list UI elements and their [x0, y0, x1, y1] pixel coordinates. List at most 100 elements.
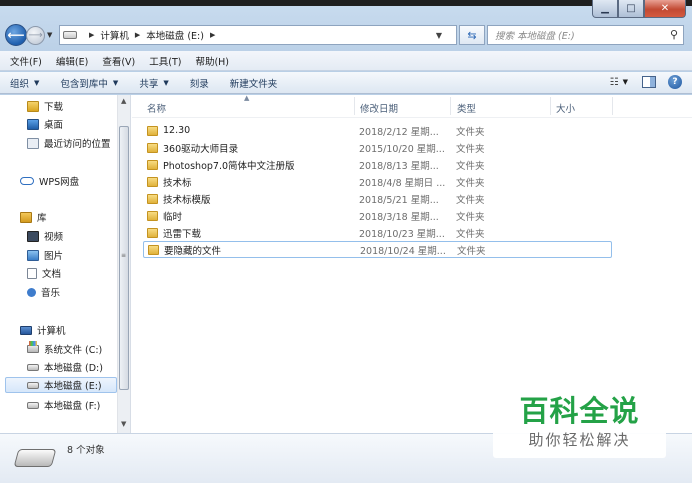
sidebar-item-drive-d[interactable]: 本地磁盘 (D:) [27, 359, 103, 375]
table-row[interactable]: 360驱动大师目录 2015/10/20 星期... 文件夹 [143, 139, 612, 156]
search-input[interactable]: 搜索 本地磁盘 (E:) [495, 28, 575, 42]
sidebar-item-downloads[interactable]: 下载 [27, 98, 63, 114]
view-dropdown-icon[interactable]: ▼ [623, 78, 628, 86]
breadcrumb-chevron-icon[interactable]: ▶ [89, 31, 94, 39]
table-row[interactable]: 要隐藏的文件 2018/10/24 星期... 文件夹 [143, 241, 612, 258]
breadcrumb-chevron-icon[interactable]: ▶ [210, 31, 215, 39]
breadcrumb-drive-e[interactable]: 本地磁盘 (E:) [146, 28, 204, 42]
organize-button[interactable]: 组织 ▼ [10, 76, 39, 90]
file-name: 迅雷下载 [163, 228, 202, 240]
watermark-subtitle: 助你轻松解决 [528, 431, 631, 449]
view-options-icon[interactable]: ☷ [610, 77, 619, 88]
sidebar-item-documents[interactable]: 文档 [27, 265, 61, 281]
sidebar-item-label: 桌面 [44, 120, 64, 131]
navigation-pane: 下载 桌面 最近访问的位置 WPS网盘 库 视频 图片 文档 音乐 计算机 系统… [0, 95, 131, 433]
share-label: 共享 [139, 78, 159, 90]
file-type: 文件夹 [457, 245, 486, 257]
column-divider[interactable] [550, 97, 551, 115]
sort-ascending-icon: ▲ [244, 94, 250, 102]
back-button[interactable]: ⟵ [5, 24, 27, 46]
library-icon [20, 211, 32, 223]
search-icon[interactable]: ⚲ [670, 28, 678, 41]
minimize-button[interactable]: ▁ [592, 0, 618, 18]
include-in-library-button[interactable]: 包含到库中 ▼ [60, 76, 118, 90]
close-button[interactable]: ✕ [644, 0, 686, 18]
sidebar-scrollbar[interactable]: ▲ ≡ ▼ [117, 95, 130, 433]
file-date: 2015/10/20 星期... [359, 143, 445, 155]
sidebar-item-recent-places[interactable]: 最近访问的位置 [27, 135, 111, 151]
file-type: 文件夹 [456, 143, 485, 155]
file-name: 360驱动大师目录 [163, 143, 239, 155]
column-divider[interactable] [612, 97, 613, 115]
table-row[interactable]: 临时 2018/3/18 星期... 文件夹 [143, 207, 612, 224]
sidebar-item-computer[interactable]: 计算机 [20, 322, 66, 338]
file-date: 2018/10/23 星期... [359, 228, 445, 240]
music-icon [27, 287, 36, 297]
menu-help[interactable]: 帮助(H) [188, 54, 236, 68]
table-row[interactable]: Photoshop7.0简体中文注册版 2018/8/13 星期... 文件夹 [143, 156, 612, 173]
breadcrumb-chevron-icon[interactable]: ▶ [135, 31, 140, 39]
table-row[interactable]: 12.30 2018/2/12 星期... 文件夹 [143, 122, 612, 139]
sidebar-item-pictures[interactable]: 图片 [27, 247, 63, 263]
address-bar[interactable]: ▶ 计算机 ▶ 本地磁盘 (E:) ▶ ▼ [59, 25, 457, 45]
table-row[interactable]: 技术标 2018/4/8 星期日 ... 文件夹 [143, 173, 612, 190]
menu-tools[interactable]: 工具(T) [142, 54, 188, 68]
sidebar-item-label: 图片 [44, 251, 64, 262]
back-arrow-icon: ⟵ [7, 28, 25, 42]
search-box[interactable]: 搜索 本地磁盘 (E:) ⚲ [487, 25, 684, 45]
sidebar-item-wps-cloud[interactable]: WPS网盘 [20, 173, 79, 189]
file-date: 2018/3/18 星期... [359, 211, 439, 223]
column-size[interactable]: 大小 [556, 101, 575, 115]
folder-icon [147, 159, 158, 170]
download-folder-icon [27, 100, 39, 112]
dropdown-arrow-icon: ▼ [34, 78, 40, 87]
sidebar-item-desktop[interactable]: 桌面 [27, 116, 63, 132]
column-name[interactable]: 名称 [147, 101, 166, 115]
column-header: ▲ 名称 修改日期 类型 大小 [132, 94, 692, 118]
help-icon[interactable]: ? [668, 75, 682, 89]
recent-pages-dropdown[interactable]: ▼ [47, 31, 52, 39]
sidebar-item-drive-c[interactable]: 系统文件 (C:) [27, 341, 102, 357]
file-name: Photoshop7.0简体中文注册版 [163, 160, 295, 172]
sidebar-item-label: 系统文件 (C:) [44, 345, 103, 356]
column-divider[interactable] [354, 97, 355, 115]
menu-file[interactable]: 文件(F) [3, 54, 49, 68]
sidebar-item-drive-e[interactable]: 本地磁盘 (E:) [5, 377, 117, 393]
cloud-icon [20, 177, 34, 185]
sidebar-item-libraries[interactable]: 库 [20, 209, 47, 225]
breadcrumb-computer[interactable]: 计算机 [100, 28, 129, 42]
table-row[interactable]: 技术标模版 2018/5/21 星期... 文件夹 [143, 190, 612, 207]
column-type[interactable]: 类型 [457, 101, 476, 115]
menu-view[interactable]: 查看(V) [95, 54, 142, 68]
new-folder-button[interactable]: 新建文件夹 [230, 76, 278, 90]
folder-icon [147, 210, 158, 221]
explorer-window: ▁ □ ✕ ⟵ ⟶ ▼ ▶ 计算机 ▶ 本地磁盘 (E:) ▶ ▼ ⇆ 搜索 本… [0, 0, 692, 483]
column-divider[interactable] [450, 97, 451, 115]
file-type: 文件夹 [456, 126, 485, 138]
folder-icon [147, 193, 158, 204]
folder-icon [147, 125, 158, 136]
burn-button[interactable]: 刻录 [190, 76, 209, 90]
sidebar-item-label: 计算机 [37, 326, 66, 337]
documents-icon [27, 267, 37, 279]
share-button[interactable]: 共享 ▼ [139, 76, 168, 90]
sidebar-item-videos[interactable]: 视频 [27, 228, 63, 244]
table-row[interactable]: 迅雷下载 2018/10/23 星期... 文件夹 [143, 224, 612, 241]
scroll-up-icon[interactable]: ▲ [121, 97, 126, 105]
sidebar-item-drive-f[interactable]: 本地磁盘 (F:) [27, 397, 100, 413]
address-history-dropdown-icon[interactable]: ▼ [436, 31, 442, 40]
maximize-button[interactable]: □ [618, 0, 644, 18]
preview-pane-icon[interactable] [642, 76, 656, 88]
column-date-modified[interactable]: 修改日期 [360, 101, 398, 115]
folder-icon [147, 176, 158, 187]
scrollbar-grip-icon: ≡ [121, 252, 127, 259]
menu-edit[interactable]: 编辑(E) [49, 54, 95, 68]
computer-icon [20, 325, 32, 335]
scroll-down-icon[interactable]: ▼ [121, 420, 126, 428]
sidebar-item-music[interactable]: 音乐 [27, 284, 60, 300]
file-date: 2018/8/13 星期... [359, 160, 439, 172]
sidebar-item-label: 视频 [44, 232, 64, 243]
forward-button[interactable]: ⟶ [26, 26, 45, 45]
refresh-button[interactable]: ⇆ [459, 25, 485, 45]
drive-icon [27, 363, 39, 371]
